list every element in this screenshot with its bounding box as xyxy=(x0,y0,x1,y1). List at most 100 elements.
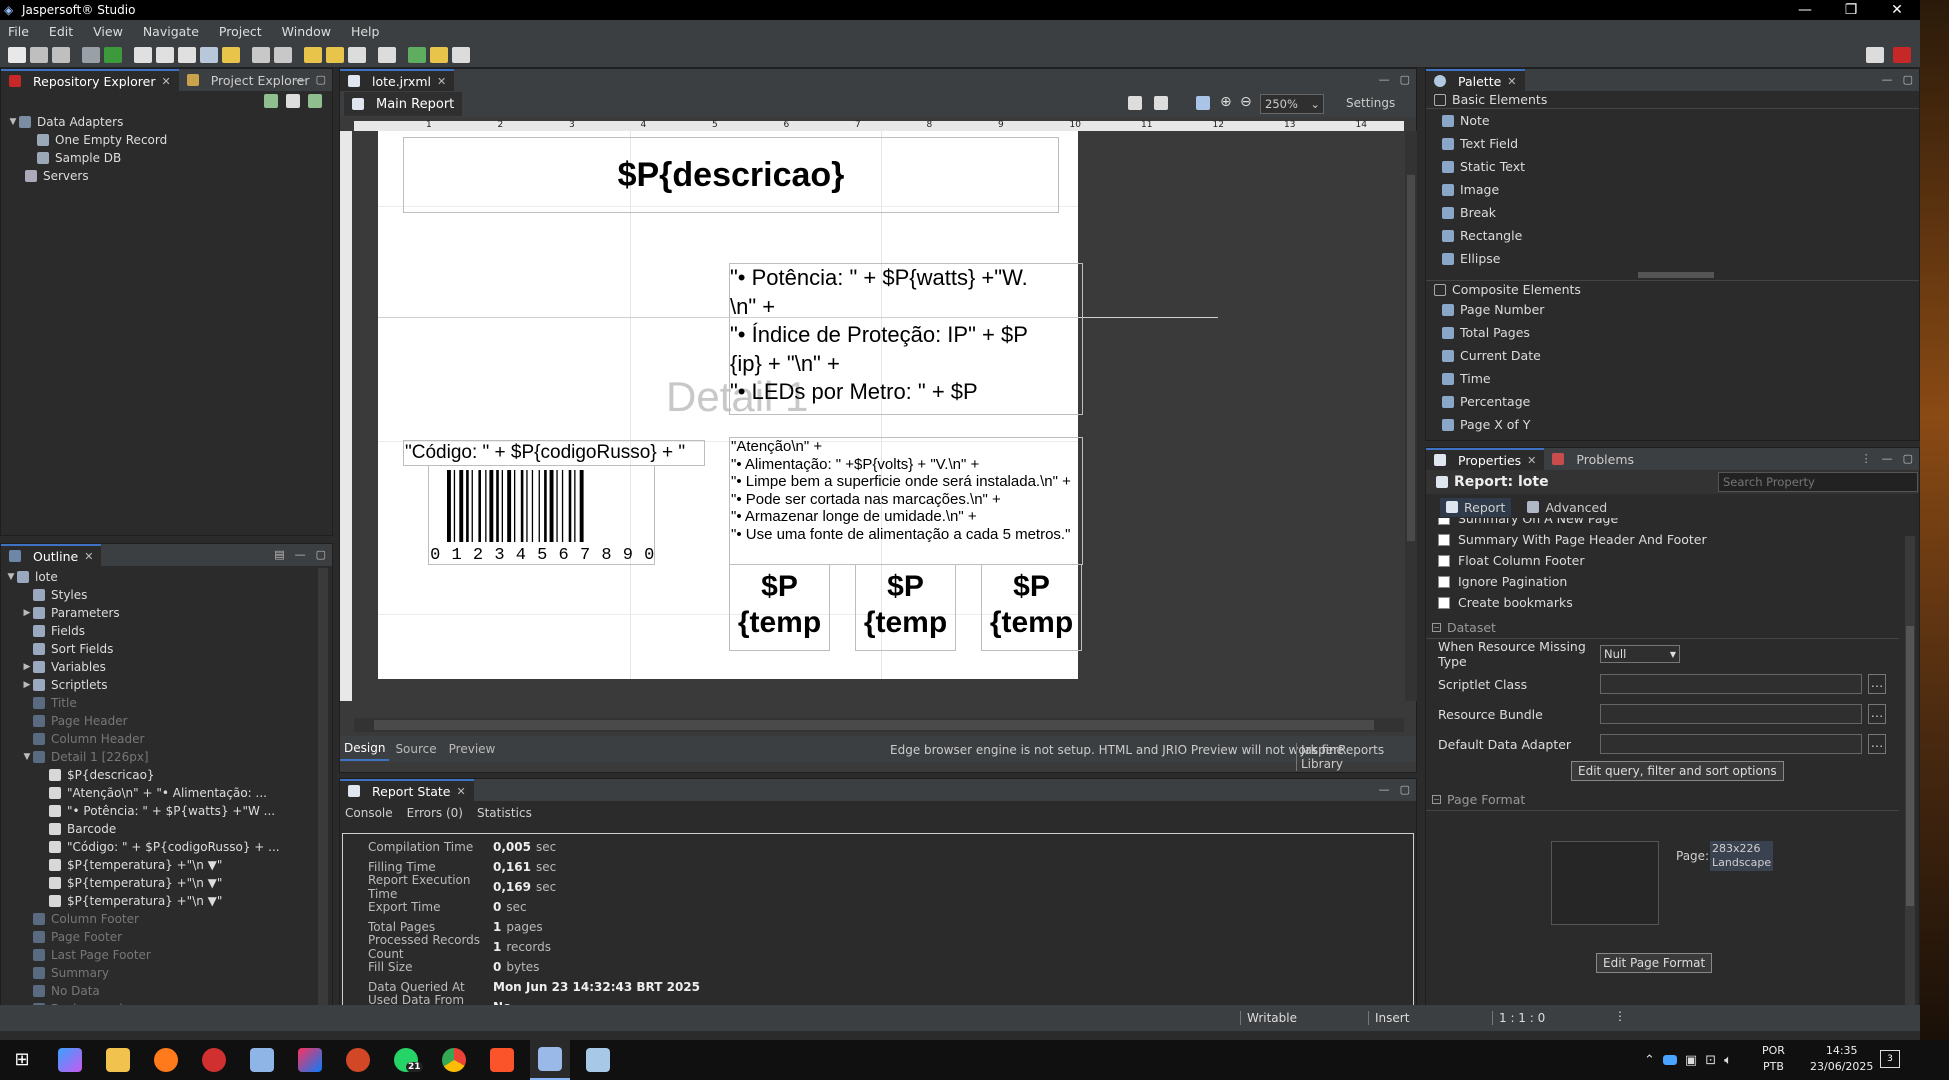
tab-console[interactable]: Console xyxy=(345,806,393,820)
outline-item[interactable]: Summary xyxy=(5,964,332,982)
outline-item[interactable]: "Atenção\n" + "• Alimentação: ... xyxy=(5,784,332,802)
field-atencao[interactable]: "Atenção\n" + "• Alimentação: " +$P{volt… xyxy=(729,437,1083,565)
field-temperatura-1[interactable]: $P {temp xyxy=(729,564,830,651)
menu-view[interactable]: View xyxy=(93,24,123,39)
maximize-icon[interactable]: ▢ xyxy=(316,548,326,561)
check-summary-with-header[interactable]: Summary With Page Header And Footer xyxy=(1426,529,1919,550)
export-icon[interactable] xyxy=(252,46,270,63)
clock[interactable]: 14:35 23/06/2025 xyxy=(1810,1043,1873,1075)
palette-item[interactable]: Percentage xyxy=(1426,390,1919,413)
tab-design[interactable]: Design xyxy=(340,737,390,761)
undo-icon[interactable] xyxy=(430,46,448,63)
palette-item[interactable]: Page Number xyxy=(1426,298,1919,321)
calculator-icon[interactable] xyxy=(1154,96,1168,110)
check-create-bookmarks[interactable]: Create bookmarks xyxy=(1426,592,1919,613)
taskbar-dx[interactable] xyxy=(194,1040,234,1080)
tab-errors[interactable]: Errors (0) xyxy=(407,806,463,820)
missing-type-select[interactable]: Null ▼ xyxy=(1600,645,1680,663)
save-all-icon[interactable] xyxy=(52,46,70,63)
outline-item[interactable]: $P{temperatura} +"\n ▼" xyxy=(5,892,332,910)
close-icon[interactable]: ✕ xyxy=(437,75,446,88)
outline-item[interactable]: ▶ Variables xyxy=(5,658,332,676)
collapse-icon[interactable]: − xyxy=(1432,623,1441,632)
status-menu-icon[interactable]: ⋮ xyxy=(1614,1009,1626,1023)
minimize-icon[interactable]: — xyxy=(1882,452,1893,465)
edit-page-format-button[interactable]: Edit Page Format xyxy=(1596,953,1713,973)
field-potencia[interactable]: "• Potência: " + $P{watts} +"W. \n" + "•… xyxy=(729,263,1083,415)
tree-item-one-empty-record[interactable]: One Empty Record xyxy=(7,131,332,149)
outline-item[interactable]: Sort Fields xyxy=(5,640,332,658)
restore-button[interactable]: ❐ xyxy=(1828,0,1874,20)
checkbox[interactable] xyxy=(1438,518,1450,525)
menu-file[interactable]: File xyxy=(8,24,29,39)
publish-icon[interactable] xyxy=(200,46,218,63)
perspective-icon[interactable] xyxy=(1866,47,1884,63)
palette-item[interactable]: Static Text xyxy=(1426,155,1919,178)
pin-icon[interactable] xyxy=(274,46,292,63)
menu-edit[interactable]: Edit xyxy=(49,24,73,39)
menu-icon[interactable]: ⋮ xyxy=(1861,452,1872,465)
palette-item[interactable]: Current Date xyxy=(1426,344,1919,367)
palette-item[interactable]: Page X of Y xyxy=(1426,413,1919,436)
close-icon[interactable]: ✕ xyxy=(1527,454,1536,467)
page-icon[interactable] xyxy=(1196,96,1210,110)
dataset-icon[interactable] xyxy=(156,46,174,63)
zoom-in-icon[interactable]: ⊕ xyxy=(1220,94,1232,110)
chevron-down-icon[interactable]: ▼ xyxy=(7,117,19,127)
start-button[interactable]: ⊞ xyxy=(2,1040,42,1080)
palette-item[interactable]: Time xyxy=(1426,367,1919,390)
save-icon[interactable] xyxy=(30,46,48,63)
field-temperatura-3[interactable]: $P {temp xyxy=(981,564,1082,651)
minimize-icon[interactable]: — xyxy=(1379,73,1390,86)
field-descricao[interactable]: $P{descricao} xyxy=(403,137,1059,213)
new-icon[interactable] xyxy=(8,46,26,63)
check-ignore-pagination[interactable]: Ignore Pagination xyxy=(1426,571,1919,592)
refresh-icon[interactable] xyxy=(264,94,278,108)
design-canvas[interactable]: Detail 1 $P{descricao} "• Potência: " + … xyxy=(352,131,1400,699)
tab-report[interactable]: Report xyxy=(1440,497,1512,517)
tab-advanced[interactable]: Advanced xyxy=(1527,500,1607,515)
collapse-icon[interactable]: − xyxy=(1432,795,1441,804)
search-property-input[interactable] xyxy=(1718,472,1918,492)
zoom-select[interactable]: 250% ⌄ xyxy=(1260,94,1324,114)
composite-elements-header[interactable]: Composite Elements xyxy=(1426,280,1919,298)
close-button[interactable]: ✕ xyxy=(1874,0,1920,20)
menu-help[interactable]: Help xyxy=(351,24,380,39)
maximize-icon[interactable]: ▢ xyxy=(1903,452,1913,465)
chevron-down-icon[interactable]: ▼ xyxy=(5,572,17,582)
tab-main-report[interactable]: Main Report xyxy=(344,92,463,116)
palette-item[interactable]: Text Field xyxy=(1426,132,1919,155)
resource-bundle-input[interactable] xyxy=(1600,704,1862,724)
outline-item[interactable]: ▼ Detail 1 [226px] xyxy=(5,748,332,766)
taskbar-powerpoint[interactable] xyxy=(338,1040,378,1080)
field-codigo[interactable]: "Código: " + $P{codigoRusso} + " xyxy=(403,440,705,466)
onedrive-icon[interactable] xyxy=(1662,1055,1677,1065)
palette-splitter[interactable] xyxy=(1638,272,1714,278)
tab-report-state[interactable]: Report State ✕ xyxy=(340,779,474,801)
chevron-up-icon[interactable]: ⌃ xyxy=(1644,1053,1655,1068)
tree-item-sample-db[interactable]: Sample DB xyxy=(7,149,332,167)
outline-item[interactable]: Column Footer xyxy=(5,910,332,928)
scriptlet-class-input[interactable] xyxy=(1600,674,1862,694)
outline-item[interactable]: Page Footer xyxy=(5,928,332,946)
edit-query-button[interactable]: Edit query, filter and sort options xyxy=(1571,761,1784,781)
wizard-icon[interactable] xyxy=(134,46,152,63)
tab-outline[interactable]: Outline ✕ xyxy=(1,544,102,566)
volume-icon[interactable]: 🔈︎ xyxy=(1724,1053,1732,1068)
tab-preview[interactable]: Preview xyxy=(443,738,502,760)
outline-scrollbar[interactable] xyxy=(318,568,328,1012)
minimize-button[interactable]: — xyxy=(1782,0,1828,20)
page-format-section[interactable]: − Page Format xyxy=(1426,789,1899,811)
outline-item[interactable]: No Data xyxy=(5,982,332,1000)
basic-elements-header[interactable]: Basic Elements xyxy=(1426,91,1919,109)
edit-icon[interactable] xyxy=(286,94,300,108)
vertical-scrollbar[interactable] xyxy=(1405,131,1417,701)
tree-item-servers[interactable]: Servers xyxy=(7,167,332,185)
filter-icon[interactable]: ▤ xyxy=(274,548,284,561)
field-temperatura-2[interactable]: $P {temp xyxy=(855,564,956,651)
chevron-right-icon[interactable]: ▶ xyxy=(21,680,33,690)
open-perspective-icon[interactable] xyxy=(408,46,426,63)
tree-item-data-adapters[interactable]: ▼ Data Adapters xyxy=(7,113,332,131)
jaspersoft-perspective-icon[interactable] xyxy=(1893,47,1911,63)
checkbox[interactable] xyxy=(1438,596,1450,609)
